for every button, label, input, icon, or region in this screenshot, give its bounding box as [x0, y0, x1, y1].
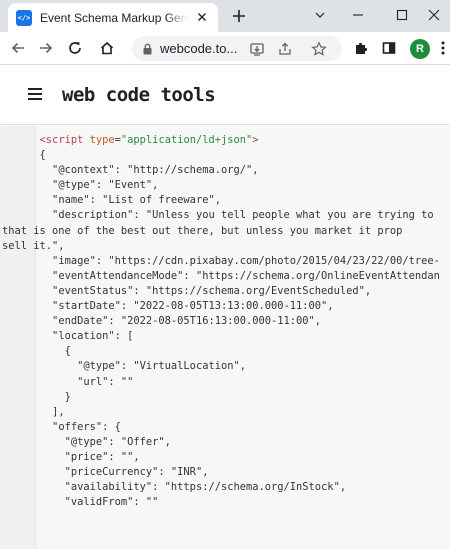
tab-title: Event Schema Markup Generator: [40, 10, 188, 25]
forward-arrow-icon[interactable]: [35, 37, 57, 59]
url-text[interactable]: webcode.to...: [160, 41, 237, 56]
site-header: web code tools: [0, 66, 450, 125]
install-app-icon[interactable]: [248, 40, 266, 58]
back-arrow-icon[interactable]: [7, 37, 29, 59]
code-line: <script type="application/ld+json">: [39, 134, 259, 146]
code-line: "@context": "http://schema.org/",: [39, 164, 259, 177]
code-output-area[interactable]: <script type="application/ld+json"> { "@c…: [0, 126, 450, 549]
share-icon[interactable]: [276, 40, 294, 58]
code-line: "offers": {: [39, 420, 121, 433]
code-line: }: [39, 390, 71, 403]
close-window-icon[interactable]: [428, 0, 450, 30]
extensions-puzzle-icon[interactable]: [350, 37, 372, 59]
code-line: sell it.",: [2, 239, 65, 252]
chevron-down-icon[interactable]: [302, 0, 338, 30]
reload-icon[interactable]: [64, 37, 86, 59]
lock-icon[interactable]: [142, 42, 153, 60]
code-line: "eventStatus": "https://schema.org/Event…: [39, 284, 372, 297]
code-line: "image": "https://cdn.pixabay.com/photo/…: [39, 254, 440, 267]
bookmark-star-icon[interactable]: [310, 40, 328, 58]
code-line: "endDate": "2022-08-05T16:13:00.000-11:0…: [39, 315, 322, 328]
code-line: "url": "": [39, 375, 134, 388]
code-line: "name": "List of freeware",: [39, 194, 221, 207]
address-bar[interactable]: webcode.to...: [132, 36, 342, 61]
close-tab-icon[interactable]: [194, 9, 210, 25]
side-panel-icon[interactable]: [378, 37, 400, 59]
code-line: "price": "",: [39, 450, 140, 463]
code-line: "priceCurrency": "INR",: [39, 466, 209, 479]
code-line: "@type": "Offer",: [39, 435, 171, 448]
site-logo[interactable]: web code tools: [62, 84, 216, 106]
maximize-icon[interactable]: [384, 0, 420, 30]
code-line: ],: [39, 405, 65, 418]
code-line: "eventAttendanceMode": "https://schema.o…: [39, 269, 440, 282]
new-tab-plus-icon[interactable]: [228, 5, 250, 27]
schema-code-block[interactable]: <script type="application/ld+json"> { "@c…: [0, 133, 450, 510]
code-line: {: [39, 345, 71, 358]
code-line: that is one of the best out there, but u…: [2, 224, 403, 237]
hamburger-menu-icon[interactable]: [28, 88, 42, 100]
home-icon[interactable]: [96, 37, 118, 59]
tab-strip: </> Event Schema Markup Generator: [0, 0, 450, 32]
code-line: "location": [: [39, 330, 134, 343]
code-line: {: [39, 149, 46, 162]
browser-tab[interactable]: </> Event Schema Markup Generator: [8, 3, 218, 32]
code-line: "@type": "Event",: [39, 179, 159, 192]
more-menu-icon[interactable]: [436, 37, 450, 59]
code-line: "description": "Unless you tell people w…: [39, 209, 434, 222]
browser-toolbar: webcode.to... R: [0, 32, 450, 65]
minimize-icon[interactable]: [340, 0, 376, 30]
code-icon: </>: [16, 9, 32, 26]
profile-avatar[interactable]: R: [410, 39, 430, 59]
code-line: "startDate": "2022-08-05T13:13:00.000-11…: [39, 300, 334, 313]
code-line: "validFrom": "": [39, 496, 159, 509]
code-line: "availability": "https://schema.org/InSt…: [39, 481, 347, 494]
code-line: "@type": "VirtualLocation",: [39, 360, 246, 373]
